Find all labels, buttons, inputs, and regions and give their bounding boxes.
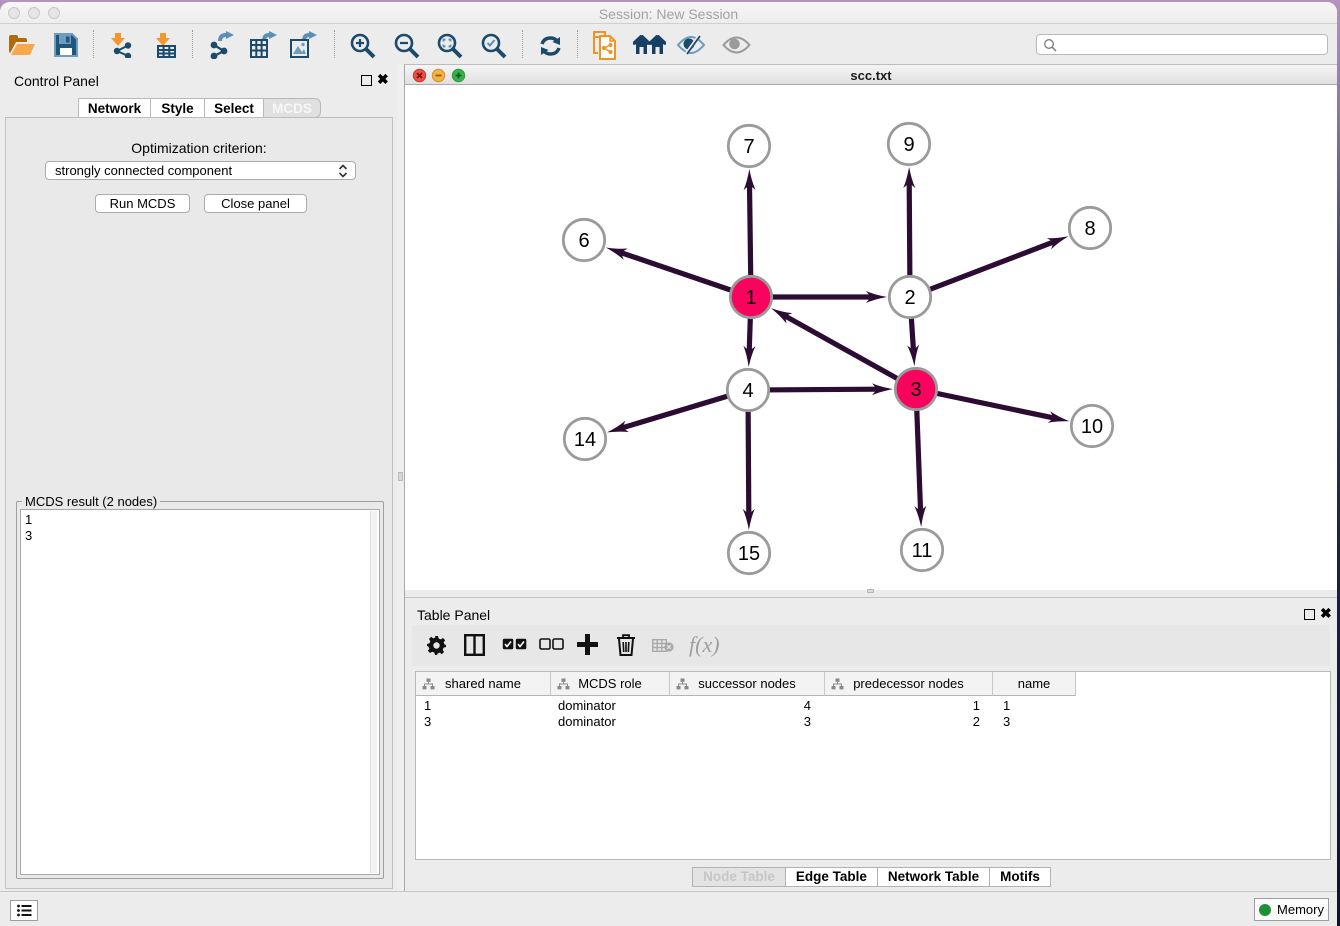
svg-text:14: 14 xyxy=(574,429,596,451)
svg-text:11: 11 xyxy=(912,540,933,562)
svg-text:3: 3 xyxy=(910,379,921,401)
svg-text:8: 8 xyxy=(1084,218,1095,240)
svg-text:9: 9 xyxy=(903,134,914,156)
svg-text:10: 10 xyxy=(1081,416,1103,438)
svg-text:2: 2 xyxy=(904,287,915,309)
svg-text:15: 15 xyxy=(738,543,760,565)
svg-text:1: 1 xyxy=(745,287,756,309)
svg-text:7: 7 xyxy=(743,136,754,158)
svg-text:4: 4 xyxy=(742,380,753,402)
svg-text:6: 6 xyxy=(578,230,589,252)
